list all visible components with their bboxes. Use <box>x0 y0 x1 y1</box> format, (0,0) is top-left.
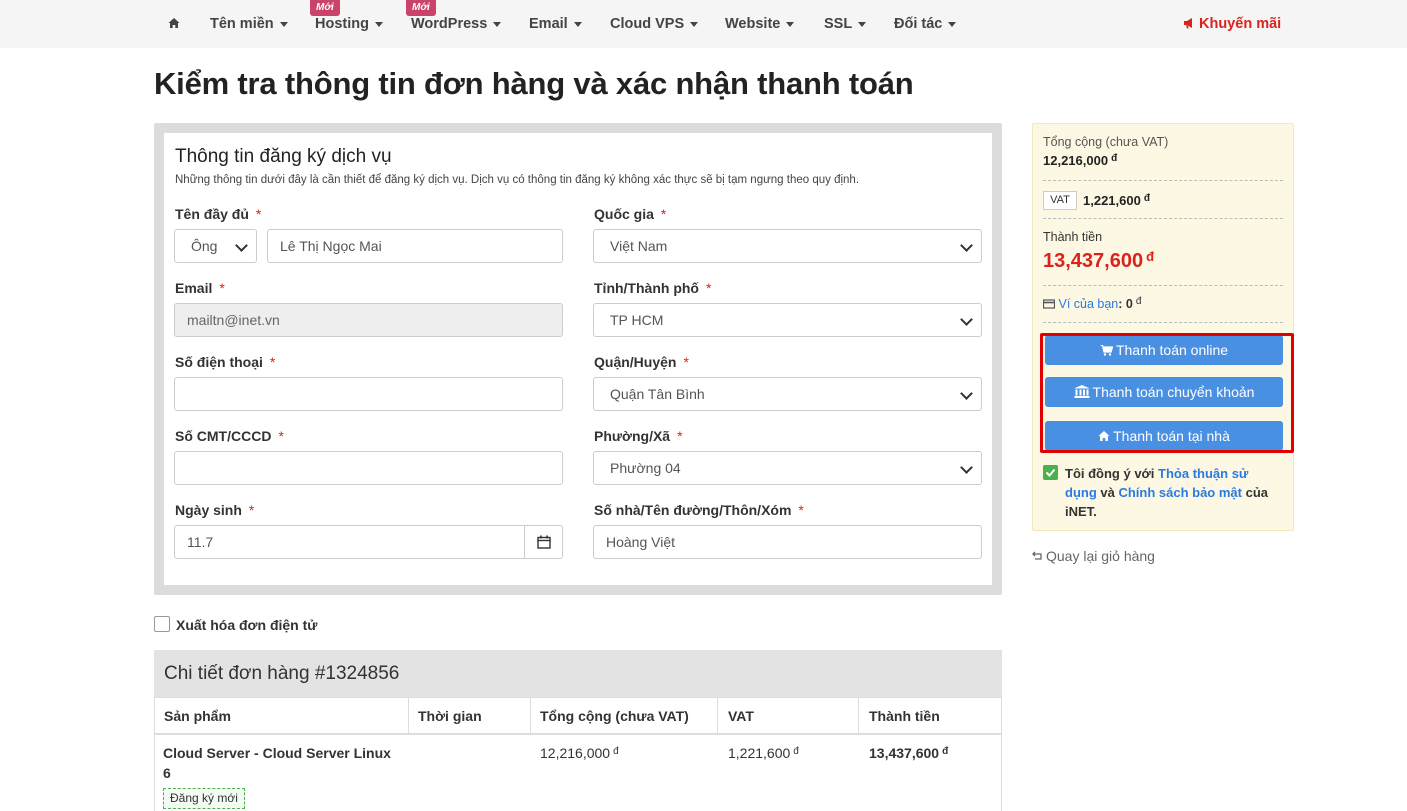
district-label: Quận/Huyện * <box>594 354 689 370</box>
district-select[interactable]: Quận Tân Bình <box>593 377 982 411</box>
column-header: Tổng cộng (chưa VAT) <box>540 708 689 724</box>
invoice-checkbox-label[interactable]: Xuất hóa đơn điện tử <box>176 617 317 633</box>
form-description: Những thông tin dưới đây là cần thiết để… <box>175 174 860 186</box>
divider <box>1043 218 1283 219</box>
nav-item-domain[interactable]: Tên miền <box>210 16 288 32</box>
bank-icon <box>1073 385 1090 398</box>
divider <box>1043 180 1283 181</box>
invoice-checkbox[interactable] <box>154 616 170 632</box>
column-header: Thành tiền <box>869 708 940 724</box>
new-badge: Mới <box>310 0 340 16</box>
country-label: Quốc gia * <box>594 206 667 222</box>
id-number-label: Số CMT/CCCD * <box>175 428 284 444</box>
pay-online-button[interactable]: Thanh toán online <box>1045 335 1283 365</box>
chevron-down-icon <box>690 21 699 27</box>
nav-item-partner[interactable]: Đối tác <box>894 16 957 32</box>
chevron-down-icon <box>279 21 288 27</box>
phone-input[interactable] <box>174 377 563 411</box>
back-to-cart-link[interactable]: Quay lại giỏ hàng <box>1032 548 1155 564</box>
grand-total: 13,437,600 đ <box>1043 249 1155 272</box>
column-header: VAT <box>728 708 754 724</box>
vat-cell: 1,221,600 đ <box>728 745 799 761</box>
total-label: Thành tiền <box>1043 230 1103 244</box>
new-badge: Mới <box>406 0 436 16</box>
nav-item-email[interactable]: Email <box>529 16 582 32</box>
cart-icon <box>1099 344 1113 356</box>
pay-at-home-button[interactable]: Thanh toán tại nhà <box>1045 421 1283 451</box>
top-navbar: Tên miền Mới Hosting Mới WordPress Email… <box>0 0 1407 48</box>
wallet-link[interactable]: Ví của bạn <box>1058 297 1118 311</box>
product-name: Cloud Server - Cloud Server Linux <box>163 745 391 761</box>
total-cell: 13,437,600 đ <box>869 745 949 761</box>
wallet-balance: Ví của bạn: 0đ <box>1042 296 1141 311</box>
divider <box>1043 285 1283 286</box>
subtotal-value: 12,216,000 đ <box>1043 153 1118 168</box>
form-title: Thông tin đăng ký dịch vụ <box>175 146 392 167</box>
page-title: Kiểm tra thông tin đơn hàng và xác nhận … <box>154 66 914 101</box>
terms-agreement: Tôi đồng ý với Thỏa thuận sử dụng và Chí… <box>1043 464 1283 521</box>
column-header: Thời gian <box>418 708 482 724</box>
megaphone-icon <box>1184 18 1192 29</box>
calendar-button[interactable] <box>524 525 563 559</box>
ward-select[interactable]: Phường 04 <box>593 451 982 485</box>
nav-item-ssl[interactable]: SSL <box>824 16 867 32</box>
vat-value: 1,221,600 đ <box>1083 193 1150 208</box>
order-table-header: Sản phẩm Thời gian Tổng cộng (chưa VAT) … <box>154 697 1002 735</box>
id-number-input[interactable] <box>174 451 563 485</box>
vat-tag: VAT <box>1043 191 1077 210</box>
address-input[interactable]: Hoàng Việt <box>593 525 982 559</box>
birthday-input[interactable]: 11.7 <box>174 525 525 559</box>
nav-item-website[interactable]: Website <box>725 16 795 32</box>
email-label: Email * <box>175 280 225 296</box>
city-select[interactable]: TP HCM <box>593 303 982 337</box>
nav-item-cloud-vps[interactable]: Cloud VPS <box>610 16 699 32</box>
fullname-label: Tên đầy đủ * <box>175 206 262 222</box>
chevron-down-icon <box>493 21 502 27</box>
calendar-icon <box>537 535 551 549</box>
subtotal-cell: 12,216,000 đ <box>540 745 619 761</box>
birthday-label: Ngày sinh * <box>175 502 255 518</box>
registration-form <box>164 133 992 585</box>
salutation-select[interactable]: Ông <box>174 229 257 263</box>
fullname-input[interactable]: Lê Thị Ngọc Mai <box>267 229 563 263</box>
nav-item-promotion[interactable]: Khuyến mãi <box>1183 16 1281 32</box>
checkmark-icon[interactable] <box>1043 465 1058 480</box>
order-details-header: Chi tiết đơn hàng #1324856 <box>154 650 1002 697</box>
home-icon[interactable] <box>168 17 180 29</box>
address-label: Số nhà/Tên đường/Thôn/Xóm * <box>594 502 804 518</box>
wallet-icon <box>1042 299 1056 309</box>
chevron-down-icon <box>374 21 383 27</box>
column-header: Sản phẩm <box>164 708 231 724</box>
chevron-down-icon <box>573 21 582 27</box>
subtotal-label: Tổng cộng (chưa VAT) <box>1043 135 1169 149</box>
phone-label: Số điện thoại * <box>175 354 276 370</box>
nav-item-wordpress[interactable]: WordPress <box>411 16 502 32</box>
chevron-down-icon <box>858 21 867 27</box>
ward-label: Phường/Xã * <box>594 428 683 444</box>
city-label: Tỉnh/Thành phố * <box>594 280 712 296</box>
new-registration-tag: Đăng ký mới <box>163 788 245 809</box>
chevron-down-icon <box>948 21 957 27</box>
nav-item-hosting[interactable]: Hosting <box>315 16 383 32</box>
divider <box>1043 322 1283 323</box>
home-icon <box>1098 431 1110 441</box>
product-name-cont: 6 <box>163 765 171 781</box>
country-select[interactable]: Việt Nam <box>593 229 982 263</box>
pay-transfer-button[interactable]: Thanh toán chuyển khoản <box>1045 377 1283 407</box>
chevron-down-icon <box>786 21 795 27</box>
privacy-link[interactable]: Chính sách bảo mật <box>1118 485 1242 500</box>
return-icon <box>1032 551 1042 560</box>
email-field: mailtn@inet.vn <box>174 303 563 337</box>
